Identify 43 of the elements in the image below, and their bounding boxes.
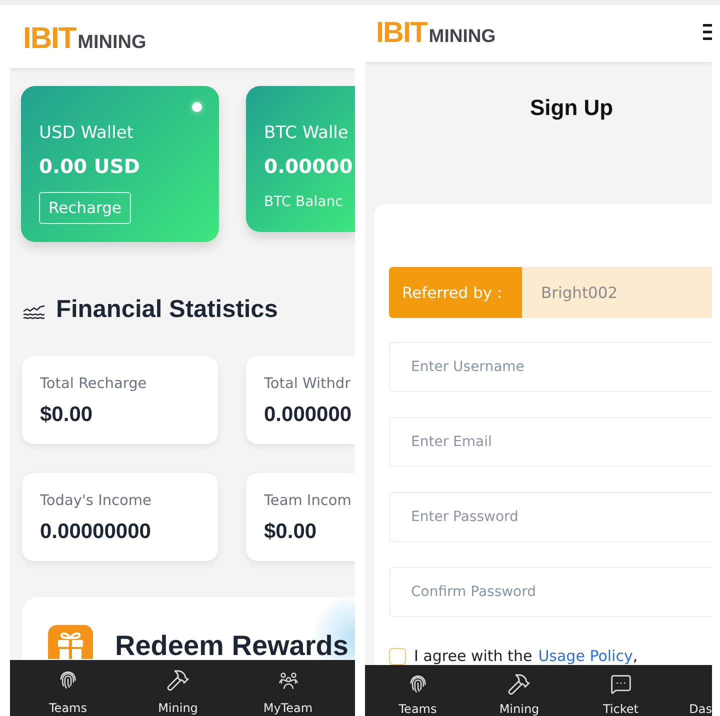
stat-label: Total Recharge bbox=[40, 375, 147, 393]
stat-label: Team Incom bbox=[264, 492, 352, 510]
stat-value: $0.00 bbox=[264, 519, 317, 545]
input-field[interactable]: Enter Username bbox=[389, 342, 712, 392]
input-field[interactable]: Confirm Password bbox=[389, 567, 712, 617]
brand-subtitle: MINING bbox=[428, 27, 496, 46]
nav-item[interactable]: MyTeam bbox=[233, 669, 343, 716]
stat-value: 0.000000 bbox=[264, 402, 352, 428]
policy-link[interactable]: Usage Policy bbox=[538, 647, 633, 665]
wallet-title: BTC Walle bbox=[264, 123, 348, 143]
nav-item[interactable]: Mining bbox=[468, 673, 570, 716]
wallet-amount: 0.00 USD bbox=[39, 155, 140, 179]
stat-value: 0.00000000 bbox=[40, 519, 151, 545]
wallet-amount: 0.00000 bbox=[264, 155, 353, 179]
nav-item[interactable]: Teams bbox=[13, 669, 123, 716]
nav-item[interactable]: Mining bbox=[123, 669, 233, 716]
input-field[interactable]: Enter Password bbox=[389, 492, 712, 542]
brand-logo: IBIT bbox=[376, 19, 427, 48]
stat-label: Today's Income bbox=[40, 492, 152, 510]
brand-logo: IBIT bbox=[23, 24, 76, 54]
agreement-text: I agree with the Usage Policy, bbox=[414, 646, 638, 665]
menu-icon[interactable] bbox=[703, 24, 712, 40]
hammer-icon bbox=[507, 672, 532, 696]
nav-item[interactable]: Das bbox=[689, 673, 712, 716]
stat-label: Total Withdr bbox=[264, 375, 351, 393]
fingerprint-icon bbox=[58, 670, 78, 690]
chat-icon bbox=[610, 673, 632, 695]
checkbox[interactable] bbox=[389, 648, 406, 664]
wallet-note: BTC Balanc bbox=[264, 193, 343, 211]
page-title: Sign Up bbox=[530, 94, 614, 122]
promo-title: Redeem Rewards bbox=[115, 632, 348, 659]
people-icon bbox=[278, 670, 298, 690]
hammer-icon bbox=[166, 668, 190, 692]
referral-label: Referred by : bbox=[389, 267, 522, 318]
stat-value: $0.00 bbox=[40, 402, 93, 428]
fingerprint-icon bbox=[408, 674, 428, 694]
wave-chart-icon bbox=[23, 305, 45, 319]
nav-item[interactable]: Ticket bbox=[570, 673, 672, 716]
brand-subtitle: MINING bbox=[78, 32, 146, 52]
nav-item[interactable]: Teams bbox=[367, 673, 468, 716]
section-title: Financial Statistics bbox=[56, 295, 278, 325]
input-field[interactable]: Enter Email bbox=[389, 417, 712, 467]
wallet-title: USD Wallet bbox=[39, 123, 134, 143]
